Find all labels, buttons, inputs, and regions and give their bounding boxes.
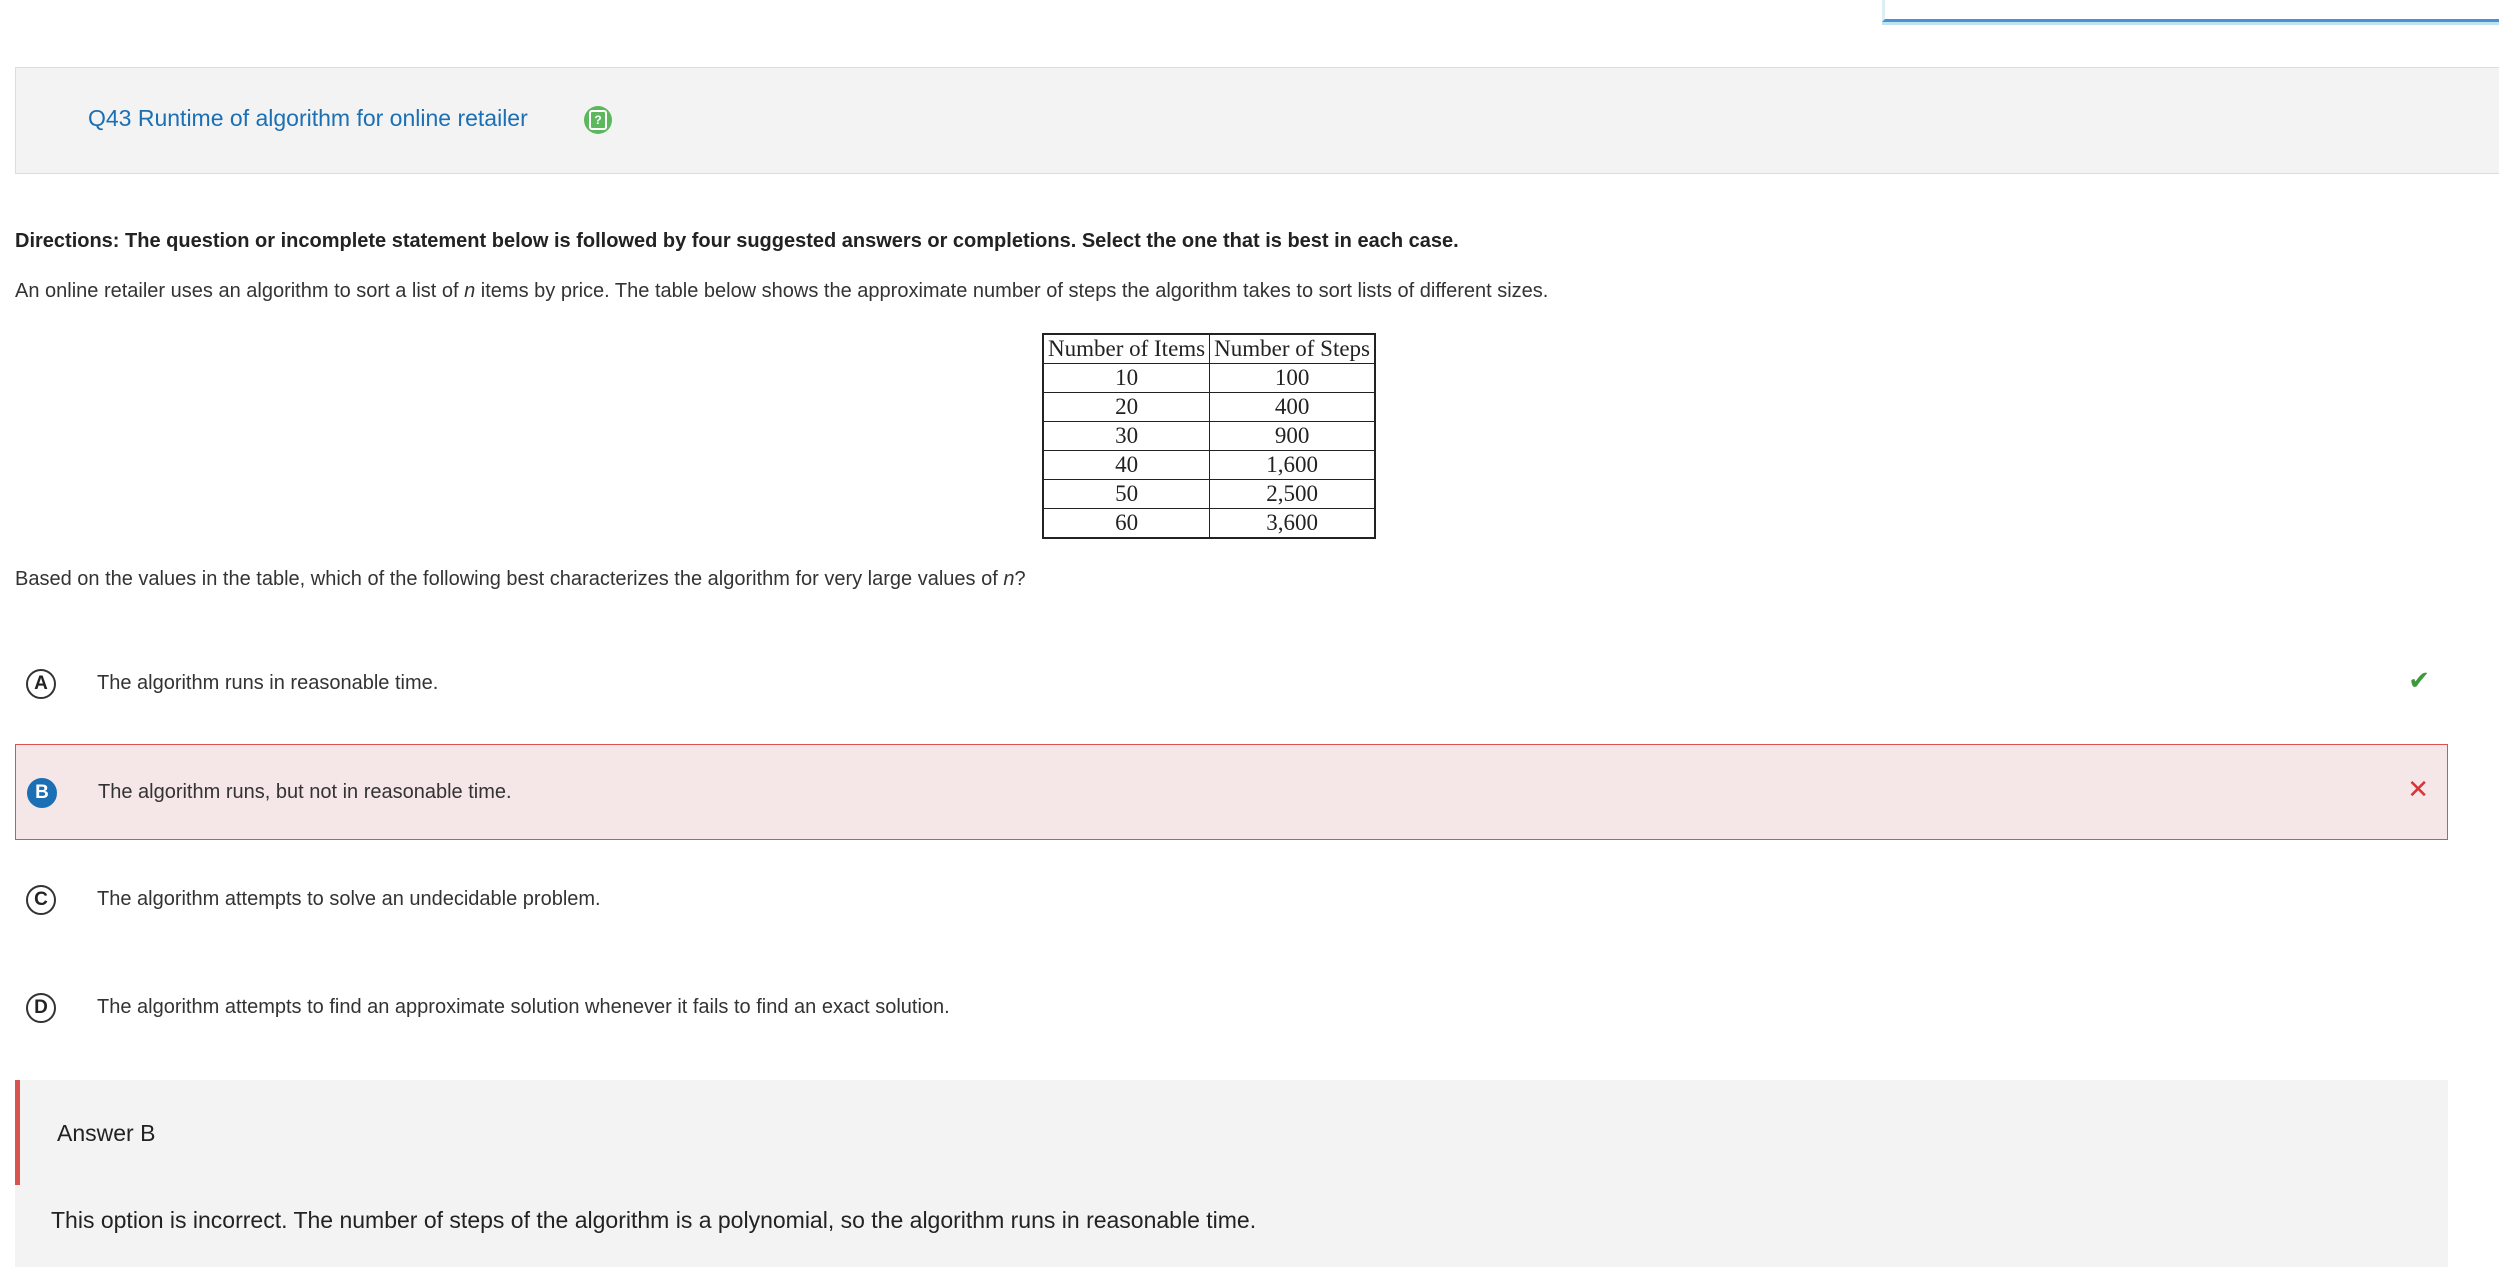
- table-row: 10 100: [1042, 363, 1376, 393]
- answer-accent-bar: [15, 1080, 20, 1185]
- answer-explanation: This option is incorrect. The number of …: [51, 1207, 1257, 1233]
- choice-a-letter[interactable]: A: [26, 669, 56, 699]
- choice-c-text: The algorithm attempts to solve an undec…: [97, 888, 601, 910]
- top-input-field[interactable]: [1882, 0, 2499, 22]
- table-cell: 10: [1042, 363, 1211, 393]
- close-icon: ✕: [2407, 775, 2429, 805]
- stem-variable: n: [464, 280, 476, 302]
- table-cell: 40: [1042, 450, 1211, 480]
- choice-c[interactable]: C The algorithm attempts to solve an und…: [15, 852, 2448, 948]
- choice-b-text: The algorithm runs, but not in reasonabl…: [98, 781, 512, 803]
- table-header-steps: Number of Steps: [1209, 333, 1376, 364]
- directions-text: Directions: The question or incomplete s…: [15, 230, 1459, 252]
- prompt-text-after: ?: [1014, 568, 1026, 590]
- question-prompt: Based on the values in the table, which …: [15, 568, 1026, 591]
- prompt-variable: n: [1003, 568, 1015, 590]
- table-header-items: Number of Items: [1042, 333, 1211, 364]
- table-cell: 3,600: [1209, 508, 1376, 539]
- table-cell: 2,500: [1209, 479, 1376, 509]
- choice-b[interactable]: B The algorithm runs, but not in reasona…: [15, 744, 2448, 840]
- table-cell: 400: [1209, 392, 1376, 422]
- table-cell: 60: [1042, 508, 1211, 539]
- stem-text-before: An online retailer uses an algorithm to …: [15, 280, 465, 302]
- stem-text-after: items by price. The table below shows th…: [475, 280, 1549, 302]
- table-header-row: Number of Items Number of Steps: [1042, 333, 1376, 364]
- help-icon[interactable]: ?: [584, 106, 612, 134]
- choice-d-letter[interactable]: D: [26, 993, 56, 1023]
- prompt-text-before: Based on the values in the table, which …: [15, 568, 1004, 590]
- check-icon: ✔: [2408, 666, 2430, 696]
- question-header: Q43 Runtime of algorithm for online reta…: [15, 67, 2499, 174]
- table-row: 20 400: [1042, 392, 1376, 422]
- steps-table: Number of Items Number of Steps 10 100 20…: [1042, 333, 1377, 539]
- table-cell: 1,600: [1209, 450, 1376, 480]
- choice-a[interactable]: A The algorithm runs in reasonable time.…: [15, 636, 2448, 732]
- choice-d[interactable]: D The algorithm attempts to find an appr…: [15, 960, 2448, 1056]
- table-cell: 50: [1042, 479, 1211, 509]
- choice-a-text: The algorithm runs in reasonable time.: [97, 672, 439, 694]
- table-row: 60 3,600: [1042, 508, 1376, 539]
- choice-b-letter[interactable]: B: [27, 778, 57, 808]
- answer-panel: Answer B This option is incorrect. The n…: [15, 1080, 2448, 1267]
- table-cell: 100: [1209, 363, 1376, 393]
- table-cell: 30: [1042, 421, 1211, 451]
- table-cell: 900: [1209, 421, 1376, 451]
- choice-c-letter[interactable]: C: [26, 885, 56, 915]
- table-cell: 20: [1042, 392, 1211, 422]
- table-row: 40 1,600: [1042, 450, 1376, 480]
- choice-d-text: The algorithm attempts to find an approx…: [97, 996, 950, 1018]
- question-stem: An online retailer uses an algorithm to …: [15, 280, 1548, 303]
- question-title[interactable]: Q43 Runtime of algorithm for online reta…: [88, 105, 528, 132]
- table-row: 50 2,500: [1042, 479, 1376, 509]
- answer-label: Answer B: [57, 1120, 156, 1146]
- table-row: 30 900: [1042, 421, 1376, 451]
